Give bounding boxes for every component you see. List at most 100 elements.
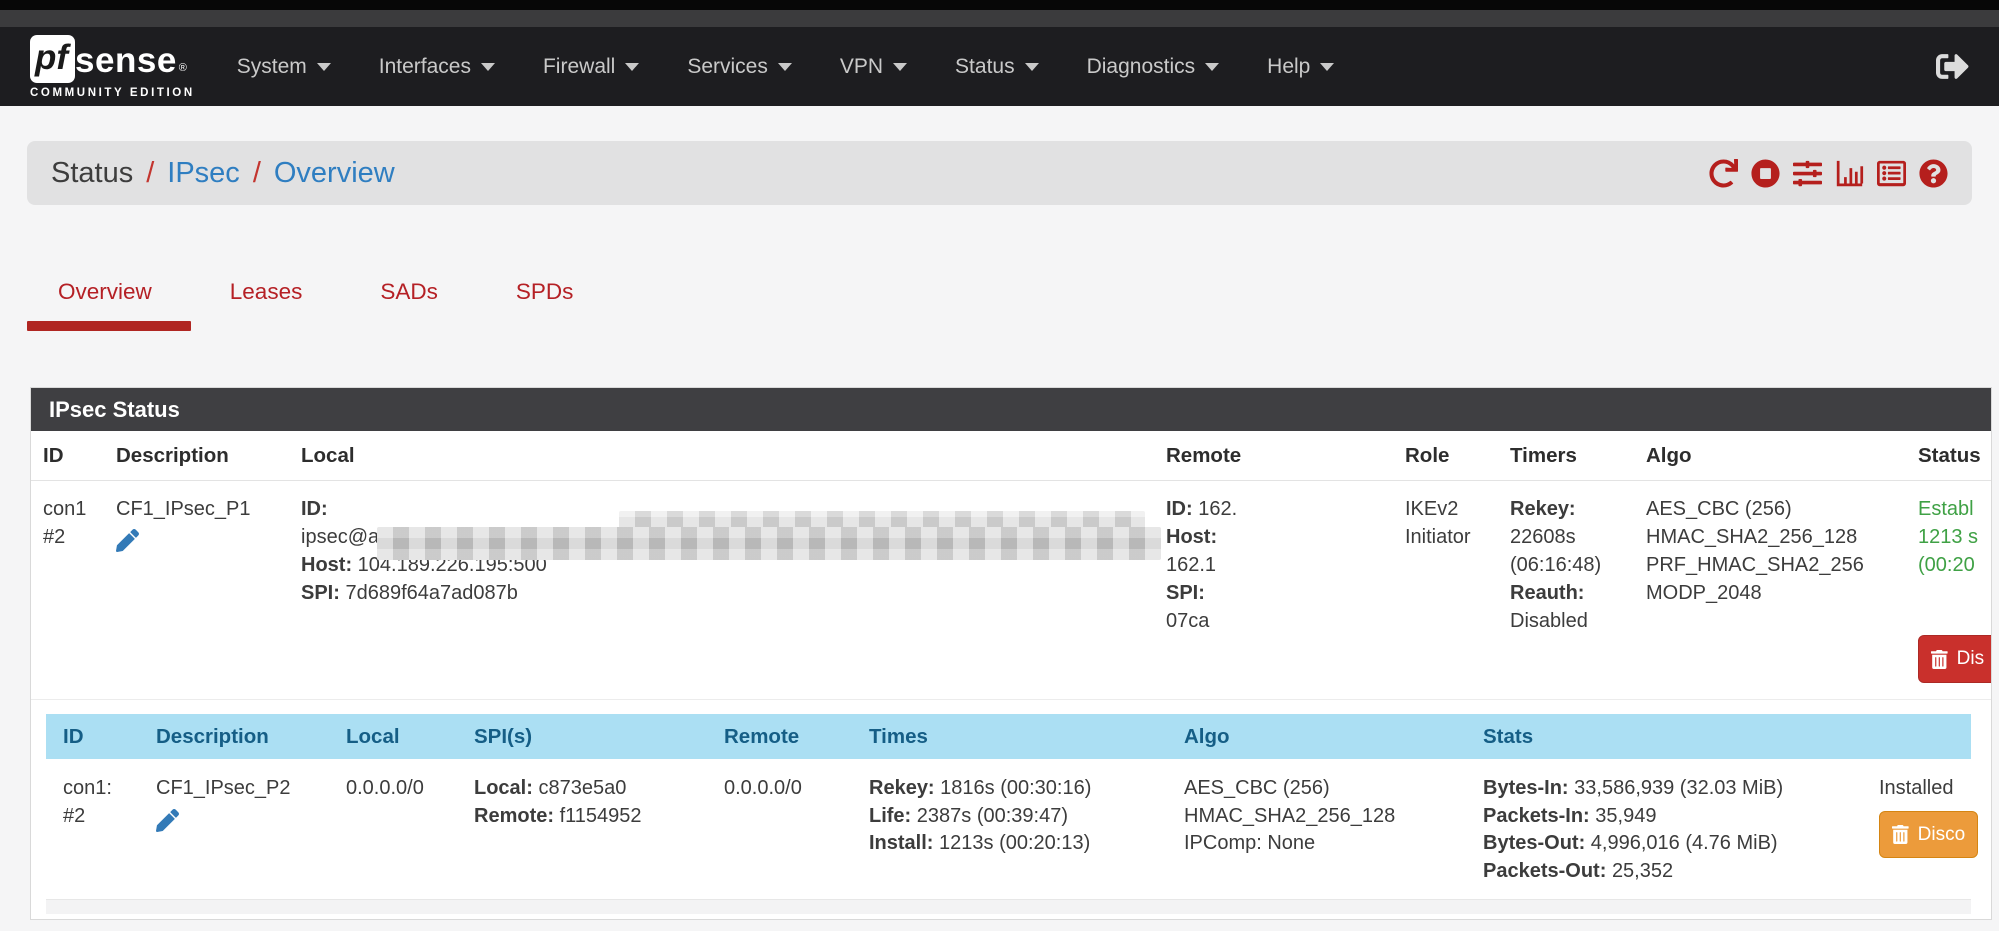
help-icon[interactable]: [1919, 159, 1948, 188]
child-description-cell: CF1_IPsec_P2: [156, 775, 346, 885]
sliders-icon[interactable]: [1793, 159, 1822, 188]
timers-rekey-label: Rekey:: [1510, 495, 1632, 523]
logo-registered-mark: ®: [179, 53, 187, 83]
tab-leases[interactable]: Leases: [230, 279, 303, 331]
edit-pencil-icon[interactable]: [116, 529, 139, 560]
pfsense-page: pfsense® COMMUNITY EDITION System Interf…: [0, 0, 1999, 931]
ike-remote-cell: ID: 162. Host: 162.1 SPI: 07ca: [1166, 495, 1405, 683]
child-sa-header: ID Description Local SPI(s) Remote Times…: [46, 714, 1971, 759]
disconnect-button-label: Dis: [1957, 645, 1984, 673]
stop-icon[interactable]: [1751, 159, 1780, 188]
nav-item-label: Interfaces: [379, 55, 471, 79]
nav-item-label: Diagnostics: [1087, 55, 1196, 79]
col-remote: Remote: [724, 725, 869, 749]
status-established: Establ: [1918, 495, 1992, 523]
time-life-line: Life: 2387s (00:39:47): [869, 803, 1170, 831]
col-description: Description: [156, 725, 346, 749]
stats-value: 35,949: [1595, 805, 1656, 827]
disconnect-button[interactable]: Dis: [1918, 635, 1992, 683]
tab-overview[interactable]: Overview: [58, 279, 152, 331]
time-install-value: 1213s (00:20:13): [939, 832, 1090, 854]
time-install-line: Install: 1213s (00:20:13): [869, 830, 1170, 858]
breadcrumb-link-ipsec[interactable]: IPsec: [167, 157, 240, 190]
remote-host-label: Host:: [1166, 523, 1391, 551]
child-sa-table: ID Description Local SPI(s) Remote Times…: [46, 714, 1971, 914]
ike-description-cell: CF1_IPsec_P1: [116, 495, 301, 683]
breadcrumb-link-overview[interactable]: Overview: [274, 157, 395, 190]
caret-down-icon: [317, 63, 331, 71]
ike-local-cell: ID: ipsec@a Host: 104.189.226.195:500 SP…: [301, 495, 1166, 683]
child-id-cell: con1: #2: [63, 775, 156, 885]
ike-table-header: ID Description Local Remote Role Timers …: [31, 431, 1991, 481]
child-algo-cell: AES_CBC (256) HMAC_SHA2_256_128 IPComp: …: [1184, 775, 1483, 885]
col-algo: Algo: [1184, 725, 1483, 749]
child-times-cell: Rekey: 1816s (00:30:16) Life: 2387s (00:…: [869, 775, 1184, 885]
ike-timers-cell: Rekey: 22608s (06:16:48) Reauth: Disable…: [1510, 495, 1646, 683]
timers-reauth-value: Disabled: [1510, 607, 1632, 635]
timers-rekey-time: (06:16:48): [1510, 551, 1632, 579]
spi-remote-label: Remote:: [474, 805, 554, 827]
stats-packets-in: Packets-In: 35,949: [1483, 803, 1865, 831]
nav-item-status[interactable]: Status: [955, 55, 1039, 79]
time-rekey-line: Rekey: 1816s (00:30:16): [869, 775, 1170, 803]
caret-down-icon: [1320, 63, 1334, 71]
window-title-strip: [0, 10, 1999, 27]
algo-integrity: HMAC_SHA2_256_128: [1646, 523, 1904, 551]
timers-rekey-value: 22608s: [1510, 523, 1632, 551]
nav-item-label: System: [237, 55, 307, 79]
child-id-name: con1:: [63, 775, 142, 803]
spi-local-label: Local:: [474, 777, 533, 799]
list-icon[interactable]: [1877, 159, 1906, 188]
col-times: Times: [869, 725, 1184, 749]
nav-item-diagnostics[interactable]: Diagnostics: [1087, 55, 1220, 79]
nav-item-interfaces[interactable]: Interfaces: [379, 55, 495, 79]
breadcrumb-separator: /: [146, 157, 154, 190]
remote-id-value: 162.: [1198, 498, 1237, 520]
breadcrumb: Status / IPsec / Overview: [51, 157, 395, 190]
nav-item-system[interactable]: System: [237, 55, 331, 79]
ike-description: CF1_IPsec_P1: [116, 495, 287, 523]
stats-bytes-in: Bytes-In: 33,586,939 (32.03 MiB): [1483, 775, 1865, 803]
nav-item-services[interactable]: Services: [687, 55, 792, 79]
child-id-number: #2: [63, 803, 142, 831]
child-sa-row: con1: #2 CF1_IPsec_P2 0.0.0.0/0 Local: c…: [46, 759, 1971, 899]
col-timers: Timers: [1510, 444, 1646, 468]
local-spi-line: SPI: 7d689f64a7ad087b: [301, 579, 1152, 607]
ike-id-cell: con1 #2: [43, 495, 116, 683]
time-rekey-label: Rekey:: [869, 777, 935, 799]
local-host-label: Host:: [301, 554, 352, 576]
nav-item-firewall[interactable]: Firewall: [543, 55, 639, 79]
child-spis-cell: Local: c873e5a0 Remote: f1154952: [474, 775, 724, 885]
window-top-strip: [0, 0, 1999, 10]
stats-value: 25,352: [1612, 860, 1673, 882]
remote-id-label: ID:: [1166, 498, 1193, 520]
stats-value: 4,996,016 (4.76 MiB): [1591, 832, 1778, 854]
col-description: Description: [116, 444, 301, 468]
logo-subtitle: COMMUNITY EDITION: [30, 87, 195, 99]
local-spi-label: SPI:: [301, 582, 340, 604]
refresh-icon[interactable]: [1709, 159, 1738, 188]
panel-title: IPsec Status: [31, 388, 1991, 431]
caret-down-icon: [1025, 63, 1039, 71]
status-seconds: 1213 s: [1918, 523, 1992, 551]
sign-out-icon[interactable]: [1936, 50, 1969, 83]
col-status: Status: [1918, 444, 1992, 468]
tab-sads[interactable]: SADs: [380, 279, 438, 331]
time-rekey-value: 1816s (00:30:16): [940, 777, 1091, 799]
child-local-cell: 0.0.0.0/0: [346, 775, 474, 885]
disconnect-button[interactable]: Disco: [1879, 811, 1978, 859]
algo-prf: PRF_HMAC_SHA2_256: [1646, 551, 1904, 579]
edit-pencil-icon[interactable]: [156, 809, 179, 841]
trash-icon: [1892, 825, 1909, 844]
nav-item-help[interactable]: Help: [1267, 55, 1334, 79]
col-remote: Remote: [1166, 444, 1405, 468]
nav-item-vpn[interactable]: VPN: [840, 55, 907, 79]
chart-icon[interactable]: [1835, 159, 1864, 188]
nav-item-label: Firewall: [543, 55, 615, 79]
role-version: IKEv2: [1405, 495, 1496, 523]
tab-spds[interactable]: SPDs: [516, 279, 574, 331]
page-action-icons: [1709, 159, 1948, 188]
pfsense-logo[interactable]: pfsense® COMMUNITY EDITION: [30, 35, 195, 99]
spi-local-value: c873e5a0: [538, 777, 626, 799]
ike-role-cell: IKEv2 Initiator: [1405, 495, 1510, 683]
